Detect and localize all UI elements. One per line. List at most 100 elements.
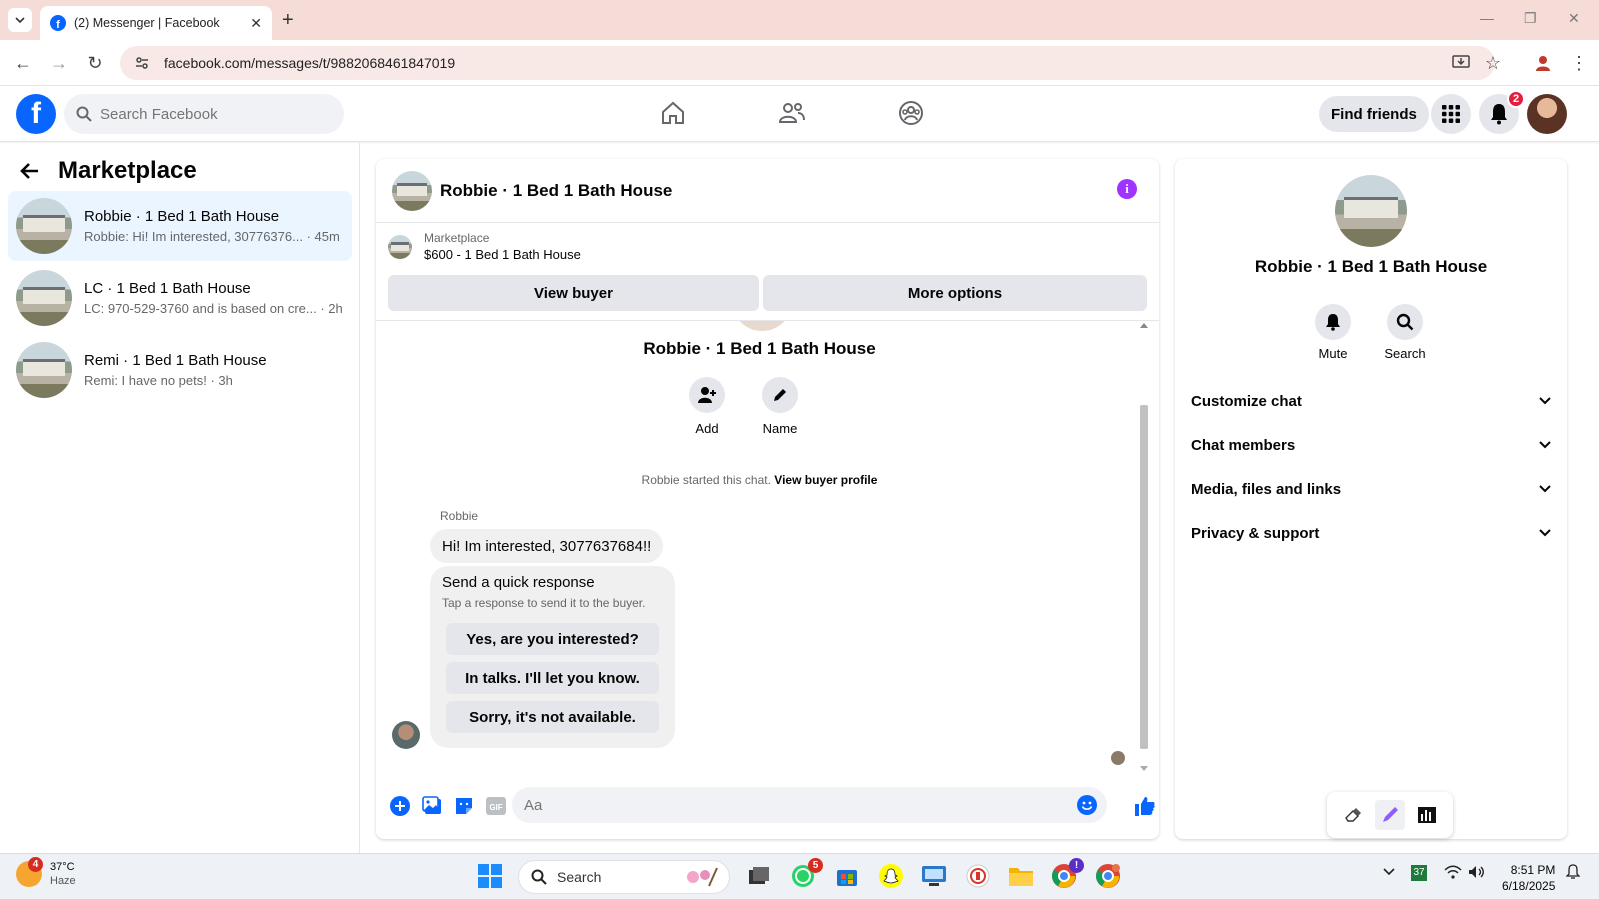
notification-badge: 2 <box>1507 90 1525 108</box>
sticker-icon[interactable] <box>452 794 476 818</box>
seen-indicator-avatar <box>1111 751 1125 765</box>
install-app-icon[interactable] <box>1450 52 1472 74</box>
system-clock[interactable]: 8:51 PM 6/18/2025 <box>1502 862 1555 894</box>
omnibox[interactable]: facebook.com/messages/t/9882068461847019 <box>120 46 1495 80</box>
notifications-button[interactable]: 2 <box>1479 90 1525 134</box>
find-friends-button[interactable]: Find friends <box>1319 96 1429 132</box>
back-icon[interactable]: ← <box>12 52 34 74</box>
section-chat-members[interactable]: Chat members <box>1191 423 1551 467</box>
close-tab-icon[interactable]: ✕ <box>250 15 262 32</box>
browser-tab[interactable]: f (2) Messenger | Facebook ✕ <box>40 6 272 40</box>
browser-menu-icon[interactable]: ⋮ <box>1568 52 1590 74</box>
new-tab-button[interactable]: + <box>282 9 294 32</box>
listing-info[interactable]: Marketplace $600 - 1 Bed 1 Bath House <box>388 231 581 262</box>
floating-toolbar <box>1327 792 1453 838</box>
chat-item-remi[interactable]: Remi · 1 Bed 1 Bath House Remi: I have n… <box>8 335 352 405</box>
tab-search-button[interactable] <box>8 8 32 32</box>
snapchat-icon[interactable] <box>877 862 905 890</box>
add-person-icon <box>698 387 716 403</box>
chat-profile-image[interactable] <box>1335 175 1407 247</box>
search-in-chat-button[interactable]: Search <box>1375 304 1435 361</box>
mute-button[interactable]: Mute <box>1303 304 1363 361</box>
conversation-thumbnail[interactable] <box>392 170 432 211</box>
conversation-title[interactable]: Robbie · 1 Bed 1 Bath House <box>440 181 672 201</box>
emoji-icon[interactable] <box>1077 795 1097 815</box>
facebook-search-input[interactable] <box>100 105 320 123</box>
chrome-profile-icon[interactable] <box>1094 862 1122 890</box>
red-app-icon[interactable] <box>964 862 992 890</box>
profile-picture <box>734 321 790 331</box>
quick-response-yes[interactable]: Yes, are you interested? <box>446 623 659 655</box>
search-icon <box>76 106 92 122</box>
bookmark-star-icon[interactable]: ☆ <box>1482 52 1504 74</box>
friends-icon[interactable] <box>778 100 806 126</box>
account-avatar[interactable] <box>1527 94 1567 134</box>
address-bar: ← → ↻ facebook.com/messages/t/9882068461… <box>0 40 1599 86</box>
forward-icon[interactable]: → <box>48 52 70 74</box>
whatsapp-icon[interactable]: 5 <box>789 858 823 890</box>
restore-icon[interactable]: ❐ <box>1524 10 1537 27</box>
scrollbar-thumb[interactable] <box>1140 405 1148 749</box>
message-input[interactable] <box>524 796 1077 814</box>
reload-icon[interactable]: ↻ <box>84 52 106 74</box>
chrome-icon[interactable]: ! <box>1050 858 1084 890</box>
chat-started-notice: Robbie started this chat. View buyer pro… <box>376 473 1143 487</box>
microsoft-store-icon[interactable] <box>833 862 861 890</box>
taskbar-search[interactable]: Search <box>518 860 730 894</box>
more-options-button[interactable]: More options <box>763 275 1147 311</box>
pen-icon[interactable] <box>1374 800 1405 830</box>
home-icon[interactable] <box>660 100 686 126</box>
view-buyer-button[interactable]: View buyer <box>388 275 759 311</box>
minimize-icon[interactable]: — <box>1480 10 1494 26</box>
listing-thumbnail <box>16 270 72 326</box>
name-button[interactable]: Name <box>750 377 810 436</box>
profile-icon[interactable] <box>1532 52 1554 74</box>
browser-tab-strip: f (2) Messenger | Facebook ✕ + — ❐ ✕ <box>0 0 1599 40</box>
section-media-files-links[interactable]: Media, files and links <box>1191 467 1551 511</box>
eraser-icon[interactable] <box>1338 800 1368 830</box>
view-buyer-profile-link[interactable]: View buyer profile <box>774 473 877 487</box>
clock-date: 6/18/2025 <box>1502 879 1556 893</box>
file-explorer-icon[interactable] <box>1007 862 1035 890</box>
task-view-icon[interactable] <box>745 862 773 890</box>
sender-avatar[interactable] <box>392 721 420 749</box>
menu-grid-icon[interactable] <box>1431 94 1471 134</box>
screen-app-icon[interactable] <box>920 862 948 890</box>
facebook-logo-icon[interactable]: f <box>16 94 56 134</box>
message-bubble[interactable]: Hi! Im interested, 3077637684!! <box>430 529 664 563</box>
chat-item-robbie[interactable]: Robbie · 1 Bed 1 Bath House Robbie: Hi! … <box>8 191 352 261</box>
quick-response-in-talks[interactable]: In talks. I'll let you know. <box>446 662 659 694</box>
weather-widget[interactable]: 4 37°C Haze <box>16 857 76 888</box>
chart-icon[interactable] <box>1412 800 1442 830</box>
temperature: 37°C <box>50 861 75 873</box>
conversation-header: Robbie · 1 Bed 1 Bath House i <box>376 159 1159 223</box>
volume-icon[interactable] <box>1468 862 1486 879</box>
back-arrow-icon[interactable] <box>20 162 40 180</box>
facebook-search[interactable] <box>64 94 344 134</box>
info-icon[interactable]: i <box>1117 179 1137 199</box>
sidebar-title: Marketplace <box>58 157 197 184</box>
listing-price: $600 - 1 Bed 1 Bath House <box>424 247 581 262</box>
add-people-button[interactable]: Add <box>677 377 737 436</box>
section-privacy-support[interactable]: Privacy & support <box>1191 511 1551 555</box>
plus-circle-icon[interactable] <box>388 794 412 818</box>
show-hidden-icons[interactable] <box>1383 862 1395 876</box>
thread-scrollbar[interactable] <box>1139 321 1149 773</box>
groups-icon[interactable] <box>898 100 924 126</box>
window-close-icon[interactable]: ✕ <box>1568 10 1580 27</box>
windows-start-icon[interactable] <box>476 862 504 890</box>
gif-icon[interactable]: GIF <box>484 794 508 818</box>
wifi-icon[interactable] <box>1444 862 1462 879</box>
message-input-wrapper[interactable] <box>512 787 1107 823</box>
chat-preview: Robbie: Hi! Im interested, 30776376... ·… <box>84 229 340 244</box>
thumbs-up-icon[interactable] <box>1133 794 1157 818</box>
scroll-down-icon <box>1140 766 1148 771</box>
chat-item-lc[interactable]: LC · 1 Bed 1 Bath House LC: 970-529-3760… <box>8 263 352 333</box>
listing-thumbnail <box>388 234 412 259</box>
photo-icon[interactable] <box>420 794 444 818</box>
quick-response-not-available[interactable]: Sorry, it's not available. <box>446 701 659 733</box>
sheets-tray-icon[interactable]: 37 <box>1411 865 1427 881</box>
notification-center-icon[interactable] <box>1566 862 1580 880</box>
section-customize-chat[interactable]: Customize chat <box>1191 379 1551 423</box>
chat-details-name: Robbie · 1 Bed 1 Bath House <box>1254 257 1488 276</box>
